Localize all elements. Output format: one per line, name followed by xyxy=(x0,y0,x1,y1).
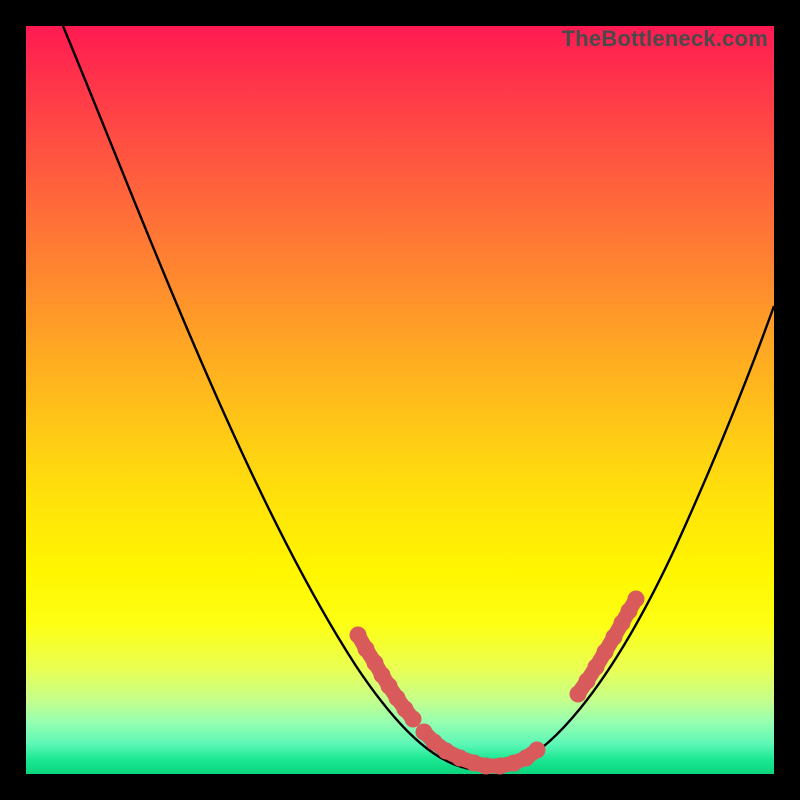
marker-dot xyxy=(597,644,614,661)
bottleneck-curve xyxy=(63,26,774,771)
marker-dot xyxy=(492,758,509,775)
marker-dot xyxy=(628,591,645,608)
marker-dot xyxy=(579,673,596,690)
marker-dot xyxy=(358,641,375,658)
marker-dot xyxy=(405,711,422,728)
marker-dot xyxy=(529,742,546,759)
marker-dot xyxy=(588,659,605,676)
chart-svg xyxy=(26,26,774,774)
chart-plot-area: TheBottleneck.com xyxy=(26,26,774,774)
